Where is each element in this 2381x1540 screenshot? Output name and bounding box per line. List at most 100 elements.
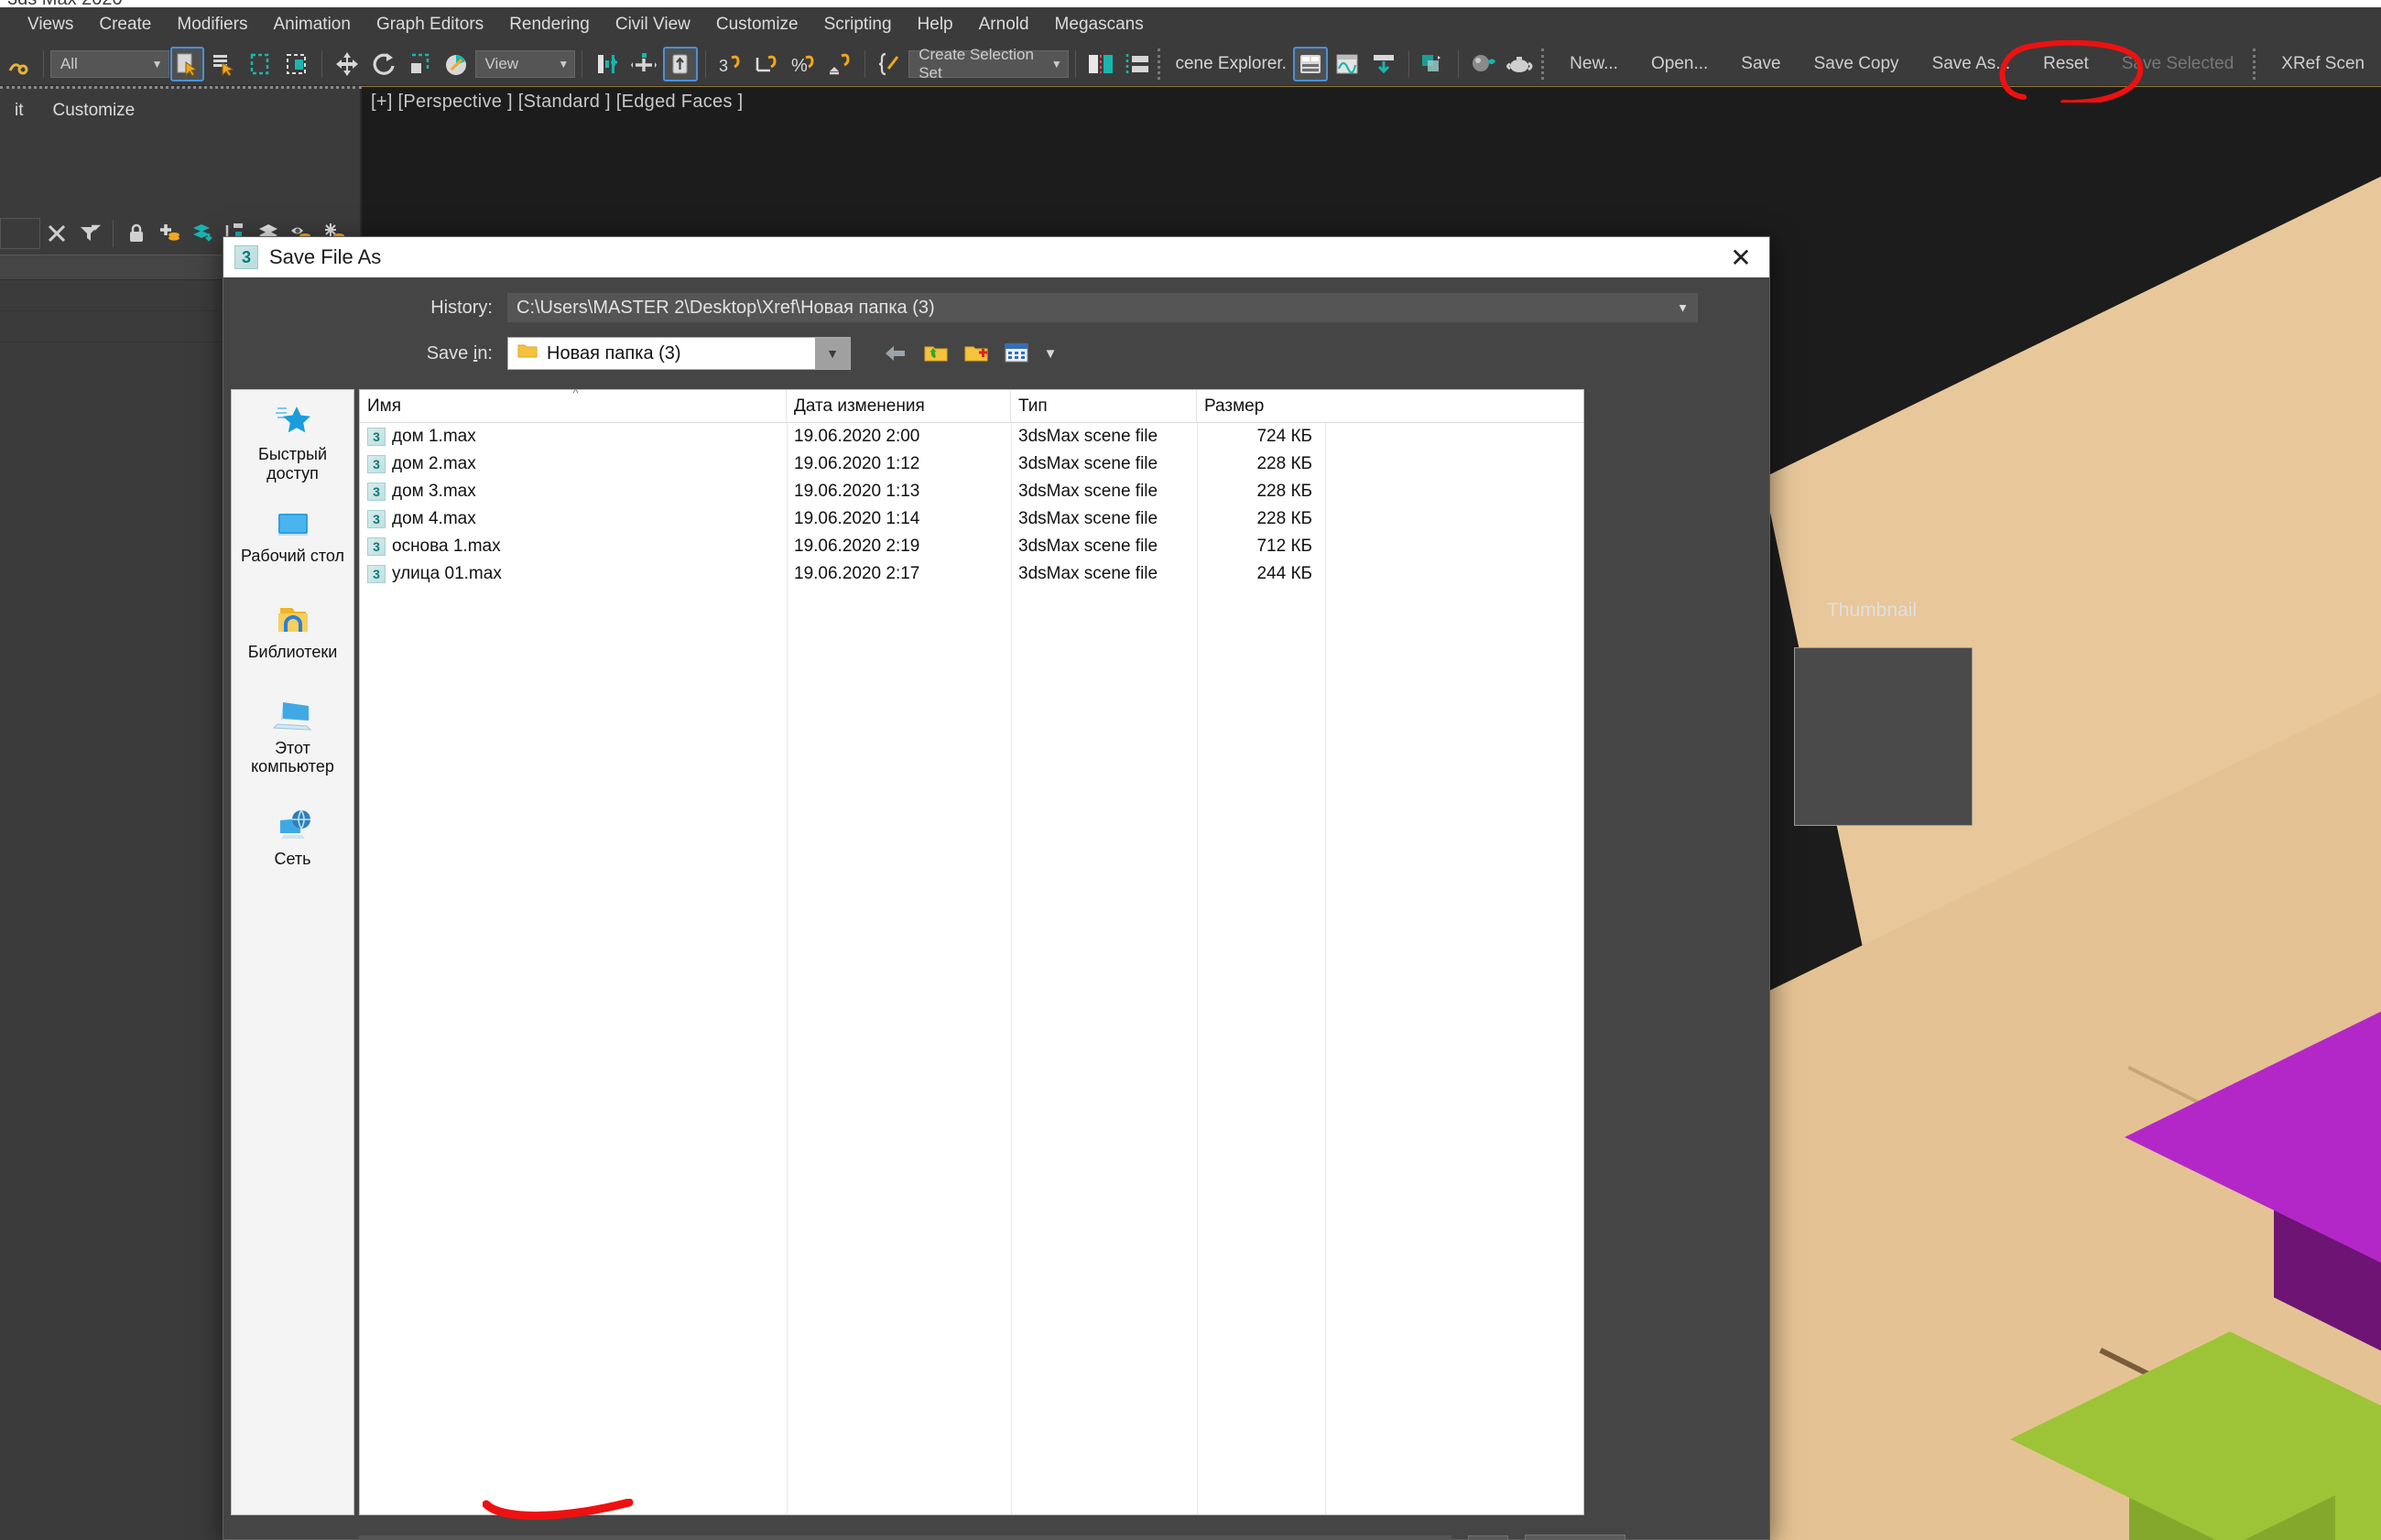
- menu-create[interactable]: Create: [86, 15, 164, 35]
- selection-filter-combo[interactable]: All ▼: [49, 49, 169, 78]
- curve-editor-icon[interactable]: [1330, 47, 1364, 81]
- menu-arnold[interactable]: Arnold: [966, 15, 1042, 35]
- reference-coordinate-pie-icon[interactable]: [440, 47, 474, 81]
- new-folder-icon[interactable]: [961, 339, 992, 368]
- file-modified-cell: 19.06.2020 2:00: [794, 427, 920, 446]
- viewport-label[interactable]: [+] [Perspective ] [Standard ] [Edged Fa…: [371, 92, 744, 113]
- select-and-scale-icon[interactable]: [403, 47, 438, 81]
- left-menu-customize[interactable]: Customize: [38, 101, 150, 121]
- toolbar-drag-handle[interactable]: [1541, 48, 1550, 80]
- file-modified-cell: 19.06.2020 2:17: [794, 564, 920, 583]
- snaps-toggle-3-icon[interactable]: 3: [713, 47, 748, 81]
- menu-scripting[interactable]: Scripting: [811, 15, 905, 35]
- menu-civil-view[interactable]: Civil View: [603, 15, 703, 35]
- add-selection-to-layer-icon[interactable]: [186, 217, 219, 250]
- place-desktop[interactable]: Рабочий стол: [232, 492, 353, 575]
- view-mode-dropdown-icon[interactable]: ▼: [1041, 339, 1060, 368]
- close-icon[interactable]: ✕: [1712, 237, 1769, 277]
- chevron-down-icon[interactable]: ▼: [815, 338, 850, 369]
- save-in-combo[interactable]: Новая папка (3) ▼: [507, 337, 851, 370]
- material-editor-icon[interactable]: [1466, 47, 1501, 81]
- column-header-type[interactable]: Тип: [1011, 390, 1197, 422]
- window-crossing-toggle-icon[interactable]: [279, 47, 314, 81]
- file-row[interactable]: 3 дом 1.max 19.06.2020 2:00 3dsMax scene…: [360, 423, 1583, 450]
- file-type-cell: 3dsMax scene file: [1018, 537, 1158, 556]
- menu-customize[interactable]: Customize: [703, 15, 811, 35]
- select-and-move-icon[interactable]: [330, 47, 364, 81]
- scene-explorer-icon[interactable]: [1292, 46, 1328, 81]
- select-by-name-icon[interactable]: [206, 47, 241, 81]
- file-save-copy-button[interactable]: Save Copy: [1798, 42, 1916, 86]
- column-header-name[interactable]: ^ Имя: [360, 386, 787, 422]
- render-teapot-icon[interactable]: [1503, 47, 1538, 81]
- chevron-down-icon[interactable]: ▼: [1677, 301, 1689, 315]
- select-and-rotate-icon[interactable]: [366, 47, 401, 81]
- file-save-button[interactable]: Save: [1724, 42, 1797, 86]
- column-header-modified[interactable]: Дата изменения: [787, 390, 1011, 422]
- select-object-icon[interactable]: [169, 46, 205, 81]
- spinner-snap-toggle-icon[interactable]: [822, 47, 857, 81]
- xref-scene-button[interactable]: XRef Scen: [2265, 42, 2381, 86]
- view-mode-icon[interactable]: [1001, 339, 1032, 368]
- file-row[interactable]: 3 дом 4.max 19.06.2020 1:14 3dsMax scene…: [360, 505, 1583, 533]
- file-list[interactable]: ^ Имя Дата изменения Тип Размер 3 дом 1.…: [359, 386, 1584, 1515]
- file-row[interactable]: 3 дом 2.max 19.06.2020 1:12 3dsMax scene…: [360, 450, 1583, 478]
- file-reset-button[interactable]: Reset: [2027, 42, 2105, 86]
- angle-snap-toggle-icon[interactable]: [750, 47, 785, 81]
- filter-funnel-icon[interactable]: [73, 217, 106, 250]
- mirror-geometry-icon[interactable]: [1083, 47, 1118, 81]
- select-link-icon[interactable]: [1, 47, 36, 81]
- menu-megascans[interactable]: Megascans: [1042, 15, 1157, 35]
- max-file-icon: 3: [367, 537, 386, 556]
- menu-help[interactable]: Help: [905, 15, 966, 35]
- place-this-pc[interactable]: Этот компьютер: [232, 684, 353, 786]
- file-row[interactable]: 3 дом 3.max 19.06.2020 1:13 3dsMax scene…: [360, 478, 1583, 505]
- left-panel-drag-handle[interactable]: [0, 86, 362, 92]
- mirror-icon[interactable]: [662, 46, 698, 81]
- place-quick-access[interactable]: Быстрый доступ: [232, 390, 353, 492]
- rectangular-selection-region-icon[interactable]: [243, 47, 277, 81]
- align-objects-icon[interactable]: [1120, 47, 1155, 81]
- file-name: дом 2.max: [392, 454, 476, 473]
- chevron-down-icon: ▼: [151, 57, 163, 70]
- back-arrow-icon[interactable]: [880, 339, 911, 368]
- clear-filter-x-icon[interactable]: [40, 217, 73, 250]
- dialog-title-bar[interactable]: 3 Save File As ✕: [223, 237, 1769, 277]
- reference-coordinate-combo[interactable]: View ▼: [474, 49, 576, 78]
- align-icon[interactable]: [626, 47, 661, 81]
- save-download-icon[interactable]: [1366, 47, 1401, 81]
- file-size-cell: 724 КБ: [1256, 427, 1312, 446]
- save-button[interactable]: Save: [1525, 1535, 1625, 1540]
- increment-filename-button[interactable]: +: [1468, 1535, 1508, 1540]
- column-header-size[interactable]: Размер: [1197, 390, 1325, 422]
- file-row[interactable]: 3 основа 1.max 19.06.2020 2:19 3dsMax sc…: [360, 533, 1583, 560]
- render-setup-icon[interactable]: [1417, 47, 1451, 81]
- history-combo[interactable]: C:\Users\MASTER 2\Desktop\Xref\Новая пап…: [507, 293, 1698, 322]
- add-layer-icon[interactable]: [153, 217, 186, 250]
- menu-rendering[interactable]: Rendering: [496, 15, 603, 35]
- place-libraries[interactable]: Библиотеки: [232, 588, 353, 671]
- lock-icon[interactable]: [120, 217, 153, 250]
- toolbar-drag-handle[interactable]: [1158, 48, 1167, 80]
- use-pivot-point-center-icon[interactable]: [590, 47, 625, 81]
- left-panel-search-field[interactable]: [0, 218, 40, 249]
- menu-views[interactable]: Views: [15, 15, 86, 35]
- file-open-button[interactable]: Open...: [1635, 42, 1724, 86]
- percent-snap-toggle-icon[interactable]: %: [787, 47, 821, 81]
- toolbar-separator: [864, 49, 866, 78]
- file-save-selected-button: Save Selected: [2121, 53, 2234, 73]
- edit-named-selection-sets-icon[interactable]: [873, 47, 908, 81]
- file-name-input[interactable]: сет для дом 1 ▼: [359, 1535, 1451, 1540]
- dialog-nav-buttons: ▼: [880, 339, 1060, 368]
- place-network[interactable]: Сеть: [232, 795, 353, 878]
- menu-modifiers[interactable]: Modifiers: [164, 15, 260, 35]
- menu-graph-editors[interactable]: Graph Editors: [364, 15, 496, 35]
- file-row[interactable]: 3 улица 01.max 19.06.2020 2:17 3dsMax sc…: [360, 560, 1583, 588]
- file-save-as-button[interactable]: Save As...: [1916, 42, 2028, 86]
- menu-animation[interactable]: Animation: [260, 15, 364, 35]
- left-menu-edit[interactable]: it: [0, 101, 38, 121]
- up-folder-icon[interactable]: [920, 339, 951, 368]
- file-new-button[interactable]: New...: [1553, 42, 1635, 86]
- selection-set-combo[interactable]: Create Selection Set ▼: [908, 46, 1069, 81]
- toolbar-drag-handle[interactable]: [2253, 48, 2262, 80]
